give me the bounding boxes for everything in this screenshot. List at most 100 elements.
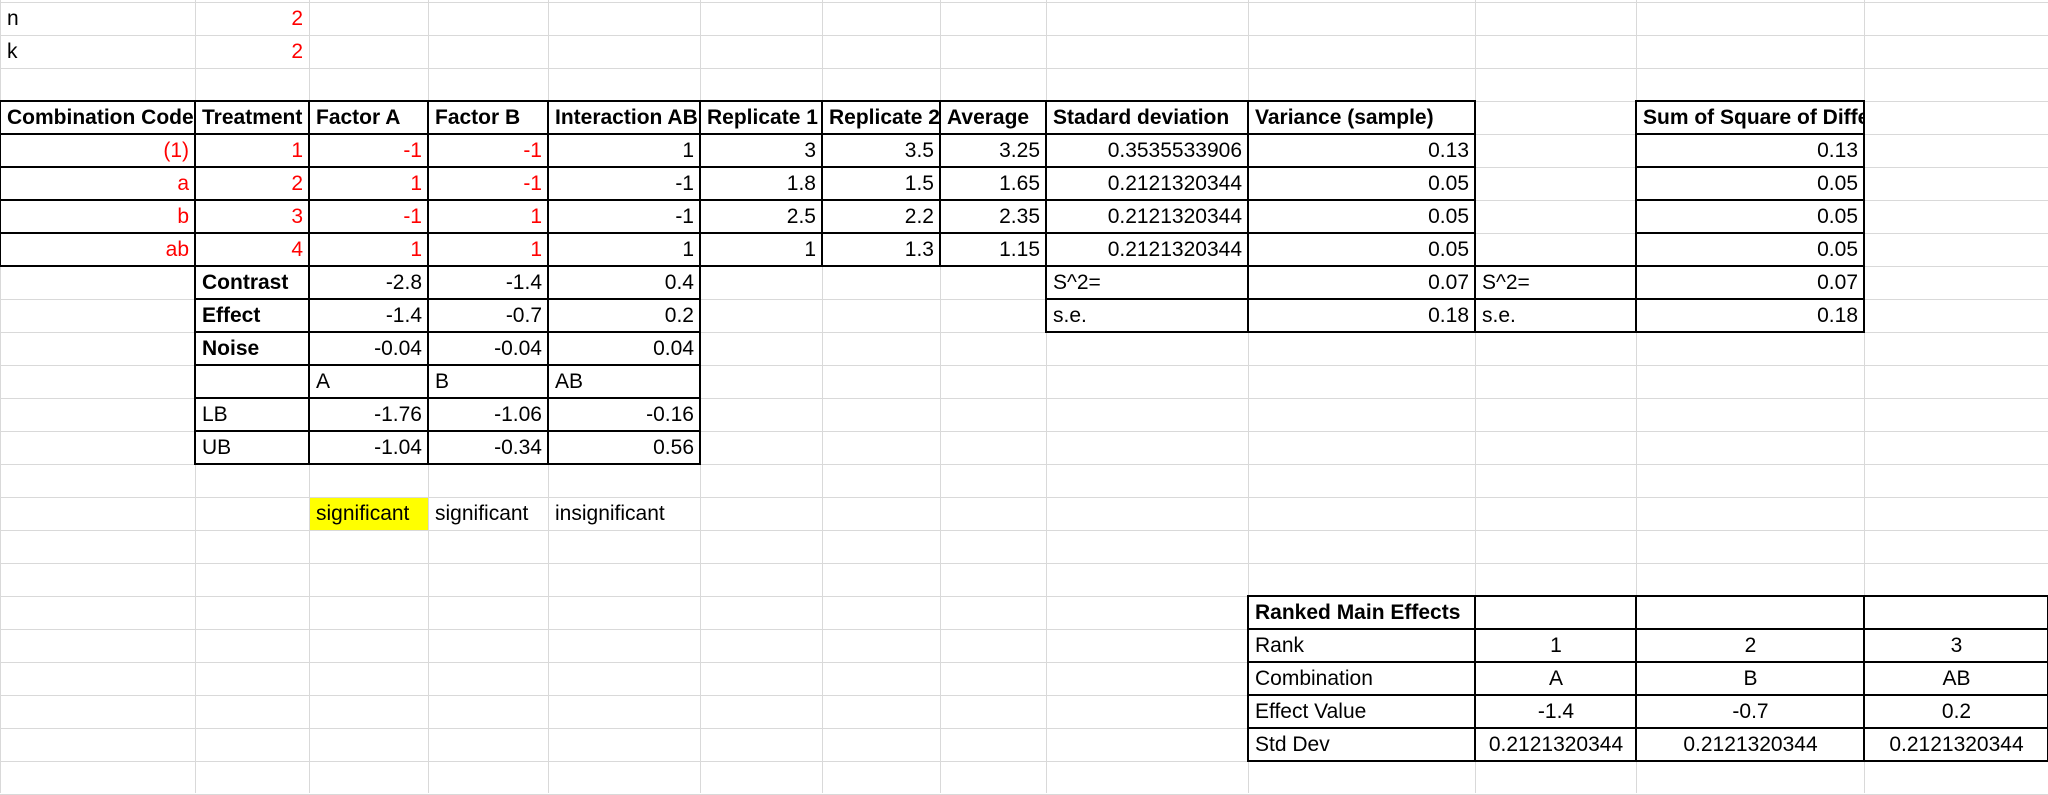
param-k-value[interactable]: 2 [196, 36, 309, 68]
ranked-cell[interactable]: 2 [1637, 630, 1864, 662]
data-cell[interactable]: 1 [701, 234, 822, 266]
param-n-label[interactable]: n [1, 3, 195, 35]
ssd-summary-value[interactable]: 0.18 [1637, 300, 1864, 332]
ci-cell[interactable]: -1.76 [310, 399, 428, 431]
data-cell[interactable]: 2.2 [823, 201, 940, 233]
effect-cell[interactable]: -2.8 [310, 267, 428, 299]
data-cell[interactable]: 1 [549, 135, 700, 167]
ci-cell[interactable]: 0.56 [549, 432, 700, 464]
data-cell[interactable]: 1 [549, 234, 700, 266]
column-header[interactable]: Interaction AB [549, 102, 700, 134]
effect-cell[interactable]: -0.7 [429, 300, 548, 332]
ci-cell[interactable]: -0.16 [549, 399, 700, 431]
data-cell[interactable]: 4 [196, 234, 309, 266]
significance-flag[interactable]: insignificant [549, 498, 700, 530]
column-header[interactable]: Factor A [310, 102, 428, 134]
data-cell[interactable]: -1 [549, 168, 700, 200]
data-cell[interactable]: 0.3535533906 [1047, 135, 1248, 167]
data-cell[interactable]: 1.3 [823, 234, 940, 266]
ssd-value[interactable]: 0.05 [1637, 168, 1864, 200]
ssd-value[interactable]: 0.05 [1637, 201, 1864, 233]
data-cell[interactable]: 1 [310, 234, 428, 266]
ranked-row-label[interactable]: Combination [1249, 663, 1475, 695]
ci-cell[interactable]: -1.06 [429, 399, 548, 431]
effect-cell[interactable]: 0.4 [549, 267, 700, 299]
ci-header[interactable]: A [310, 366, 428, 398]
ranked-cell[interactable]: -0.7 [1637, 696, 1864, 728]
data-cell[interactable]: 0.05 [1249, 201, 1475, 233]
effect-cell[interactable]: 0.04 [549, 333, 700, 365]
column-header[interactable]: Stadard deviation [1047, 102, 1248, 134]
data-cell[interactable]: -1 [310, 201, 428, 233]
ranked-cell[interactable]: 0.2121320344 [1476, 729, 1636, 761]
ssd-value[interactable]: 0.13 [1637, 135, 1864, 167]
param-n-value[interactable]: 2 [196, 3, 309, 35]
ssd-header[interactable]: Sum of Square of Difference [1637, 102, 1864, 134]
ssd-summary-label[interactable]: s.e. [1476, 300, 1636, 332]
data-cell[interactable]: 1 [310, 168, 428, 200]
column-header[interactable]: Replicate 2 [823, 102, 940, 134]
param-k-label[interactable]: k [1, 36, 195, 68]
ranked-cell[interactable]: -1.4 [1476, 696, 1636, 728]
column-header[interactable]: Combination Code [1, 102, 195, 134]
row-label[interactable]: Effect [196, 300, 309, 332]
column-header[interactable]: Replicate 1 [701, 102, 822, 134]
effect-cell[interactable]: -0.04 [429, 333, 548, 365]
data-cell[interactable]: 1 [196, 135, 309, 167]
data-cell[interactable]: 1 [429, 201, 548, 233]
summary-value[interactable]: 0.07 [1249, 267, 1475, 299]
ranked-row-label[interactable]: Std Dev [1249, 729, 1475, 761]
ranked-cell[interactable]: 0.2121320344 [1637, 729, 1864, 761]
data-cell[interactable]: 1.65 [941, 168, 1046, 200]
effect-cell[interactable]: -1.4 [310, 300, 428, 332]
ci-cell[interactable]: -0.34 [429, 432, 548, 464]
data-cell[interactable]: -1 [549, 201, 700, 233]
ranked-title[interactable]: Ranked Main Effects [1249, 597, 1475, 629]
data-cell[interactable]: -1 [429, 135, 548, 167]
row-label[interactable]: Contrast [196, 267, 309, 299]
data-cell[interactable]: b [1, 201, 195, 233]
data-cell[interactable]: 2.5 [701, 201, 822, 233]
significance-flag[interactable]: significant [310, 498, 428, 530]
data-cell[interactable]: 3 [701, 135, 822, 167]
significance-flag[interactable]: significant [429, 498, 548, 530]
data-cell[interactable]: 1.15 [941, 234, 1046, 266]
data-cell[interactable]: 0.2121320344 [1047, 201, 1248, 233]
ranked-row-label[interactable]: Effect Value [1249, 696, 1475, 728]
spreadsheet-grid[interactable]: n 2 k 2 Combination Code Treatment Factor A Fac… [0, 0, 2048, 795]
data-cell[interactable]: -1 [310, 135, 428, 167]
ranked-cell[interactable]: 0.2121320344 [1865, 729, 2048, 761]
data-cell[interactable]: -1 [429, 168, 548, 200]
data-cell[interactable]: 0.05 [1249, 234, 1475, 266]
column-header[interactable]: Factor B [429, 102, 548, 134]
data-cell[interactable]: 1.8 [701, 168, 822, 200]
ci-header[interactable]: AB [549, 366, 700, 398]
column-header[interactable]: Variance (sample) [1249, 102, 1475, 134]
ranked-cell[interactable]: 0.2 [1865, 696, 2048, 728]
ranked-cell[interactable]: AB [1865, 663, 2048, 695]
data-cell[interactable]: 3.25 [941, 135, 1046, 167]
data-cell[interactable]: 0.2121320344 [1047, 168, 1248, 200]
effect-cell[interactable]: 0.2 [549, 300, 700, 332]
ranked-row-label[interactable]: Rank [1249, 630, 1475, 662]
data-cell[interactable]: (1) [1, 135, 195, 167]
data-cell[interactable]: 0.05 [1249, 168, 1475, 200]
data-cell[interactable]: 1.5 [823, 168, 940, 200]
column-header[interactable]: Treatment [196, 102, 309, 134]
row-label[interactable]: Noise [196, 333, 309, 365]
data-cell[interactable]: 3.5 [823, 135, 940, 167]
ssd-summary-value[interactable]: 0.07 [1637, 267, 1864, 299]
ssd-value[interactable]: 0.05 [1637, 234, 1864, 266]
data-cell[interactable]: ab [1, 234, 195, 266]
ssd-summary-label[interactable]: S^2= [1476, 267, 1636, 299]
data-cell[interactable]: 2.35 [941, 201, 1046, 233]
summary-label[interactable]: s.e. [1047, 300, 1248, 332]
data-cell[interactable]: 0.2121320344 [1047, 234, 1248, 266]
ranked-cell[interactable]: A [1476, 663, 1636, 695]
data-cell[interactable]: 3 [196, 201, 309, 233]
effect-cell[interactable]: -0.04 [310, 333, 428, 365]
data-cell[interactable]: 2 [196, 168, 309, 200]
column-header[interactable]: Average [941, 102, 1046, 134]
data-cell[interactable]: 0.13 [1249, 135, 1475, 167]
data-cell[interactable]: 1 [429, 234, 548, 266]
